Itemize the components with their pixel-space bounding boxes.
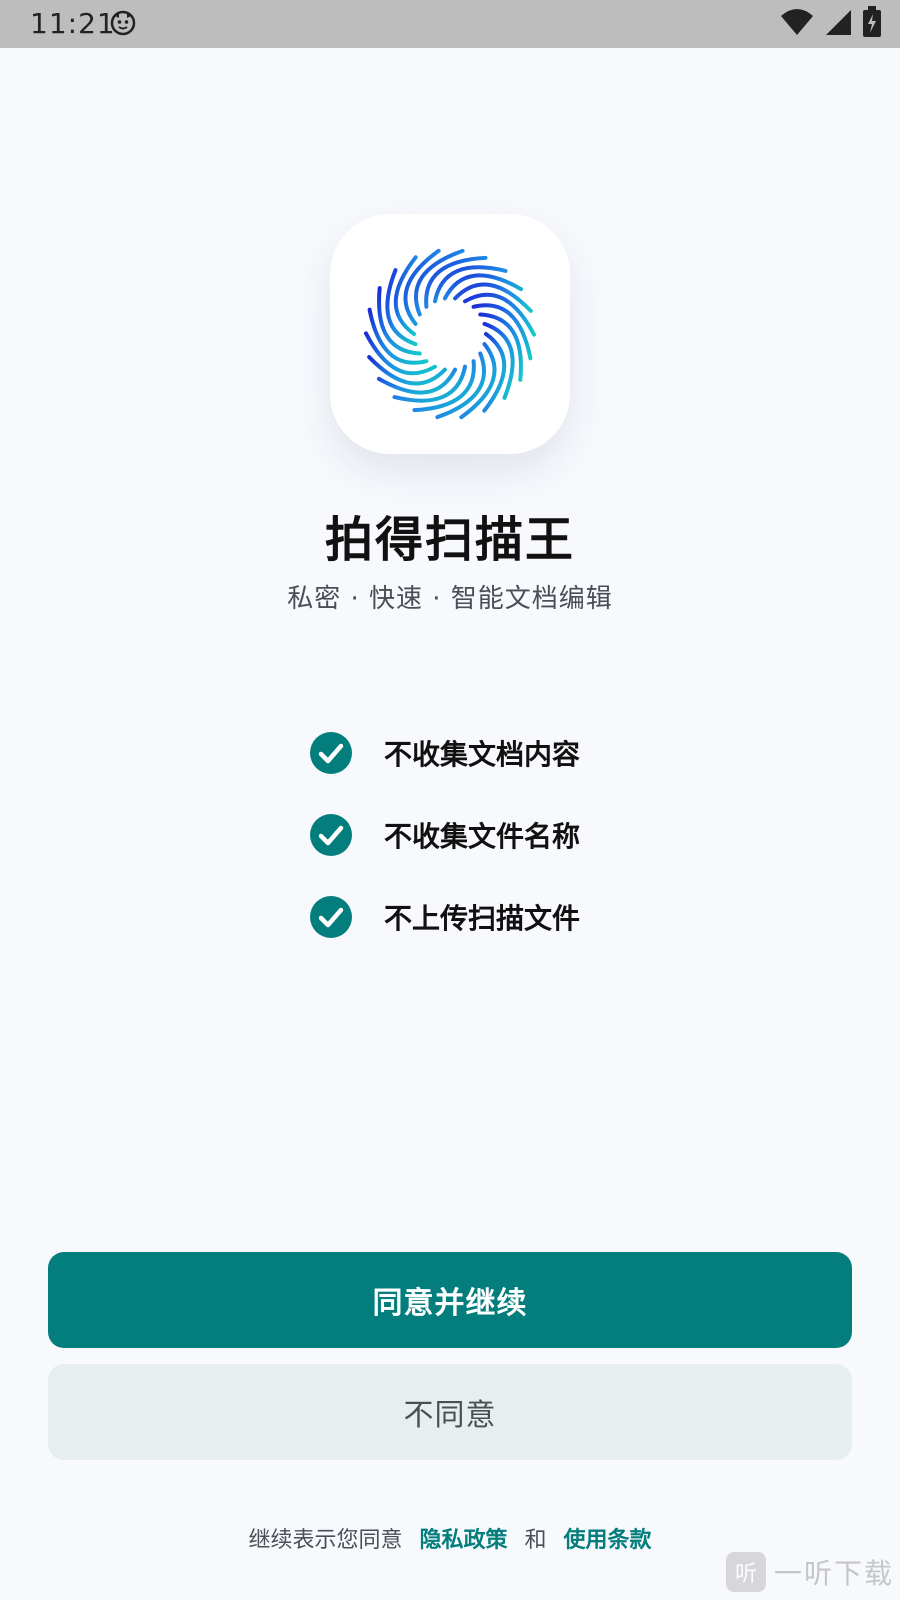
swirl-logo-icon <box>364 248 536 420</box>
decline-button[interactable]: 不同意 <box>48 1364 852 1460</box>
watermark: 听 一听下载 <box>725 1550 894 1594</box>
footer-conjunction: 和 <box>524 1528 547 1553</box>
status-time: 11:21 <box>30 7 116 40</box>
status-bar: 11:21 <box>0 0 900 48</box>
check-circle-icon <box>310 814 352 856</box>
feature-label: 不收集文件名称 <box>384 820 581 853</box>
privacy-policy-link[interactable]: 隐私政策 <box>419 1528 507 1553</box>
feature-item: 不上传扫描文件 <box>310 876 650 958</box>
feature-label: 不收集文档内容 <box>384 738 581 771</box>
agree-continue-button[interactable]: 同意并继续 <box>48 1252 852 1348</box>
status-icons <box>780 6 882 42</box>
wifi-icon <box>780 8 814 40</box>
notification-cat-icon <box>110 10 136 36</box>
feature-label: 不上传扫描文件 <box>384 902 581 935</box>
app-tagline: 私密 · 快速 · 智能文档编辑 <box>287 584 613 614</box>
watermark-text: 一听下载 <box>773 1557 894 1590</box>
cell-signal-icon <box>824 8 852 40</box>
app-title: 拍得扫描王 <box>324 512 575 568</box>
feature-item: 不收集文件名称 <box>310 794 650 876</box>
check-circle-icon <box>310 732 352 774</box>
feature-item: 不收集文档内容 <box>310 712 650 794</box>
app-icon <box>330 214 570 454</box>
check-circle-icon <box>310 896 352 938</box>
footer-prefix: 继续表示您同意 <box>248 1528 403 1553</box>
terms-of-use-link[interactable]: 使用条款 <box>564 1528 652 1553</box>
feature-list: 不收集文档内容 不收集文件名称 不上传扫描文件 <box>310 712 650 958</box>
watermark-logo-icon: 听 <box>725 1552 766 1592</box>
battery-charging-icon <box>862 6 882 42</box>
